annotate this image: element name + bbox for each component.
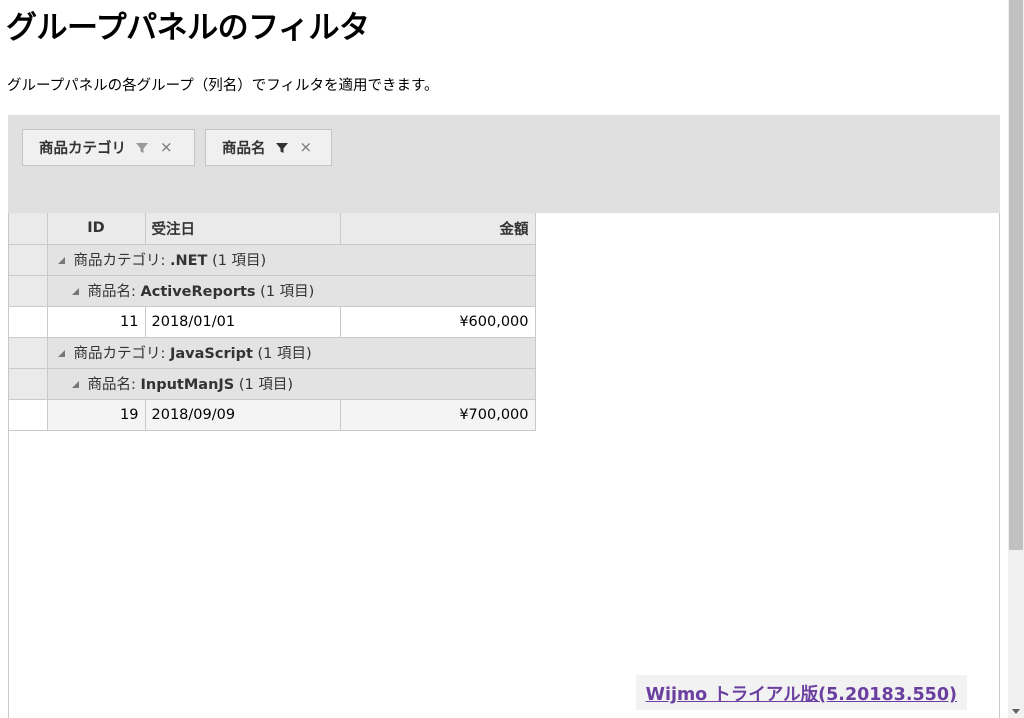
vertical-scrollbar[interactable]: [1008, 0, 1024, 718]
group-chip-category[interactable]: 商品カテゴリ ×: [22, 129, 195, 166]
group-count: (1 項目): [238, 377, 293, 393]
group-count: (1 項目): [260, 284, 315, 300]
collapse-triangle-icon[interactable]: [57, 350, 65, 357]
row-header[interactable]: [9, 306, 48, 338]
group-count: (1 項目): [212, 253, 267, 269]
group-chip-label: 商品名: [222, 141, 266, 157]
group-row[interactable]: 商品名: ActiveReports (1 項目): [9, 275, 536, 307]
group-field: 商品名:: [87, 284, 136, 300]
data-grid[interactable]: ID 受注日 金額 商品カテゴリ: .NET (1 項目) 商品名: Activ…: [9, 213, 536, 431]
group-count: (1 項目): [257, 346, 312, 362]
column-header-amount[interactable]: 金額: [340, 213, 536, 245]
row-header[interactable]: [9, 244, 48, 276]
collapse-triangle-icon[interactable]: [71, 381, 79, 388]
table-row[interactable]: 11 2018/01/01 ¥600,000: [9, 306, 536, 338]
group-value: InputManJS: [140, 377, 235, 393]
scroll-down-arrow-icon[interactable]: [1012, 709, 1020, 714]
page-title: グループパネルのフィルタ: [6, 10, 370, 46]
group-field: 商品カテゴリ:: [73, 346, 166, 362]
cell-amount[interactable]: ¥600,000: [340, 306, 536, 338]
top-left-cell: [9, 213, 48, 245]
cell-id[interactable]: 19: [47, 399, 146, 431]
row-header[interactable]: [9, 337, 48, 369]
group-value: JavaScript: [170, 346, 253, 362]
cell-date[interactable]: 2018/01/01: [145, 306, 341, 338]
filter-icon[interactable]: [135, 141, 149, 155]
page-description: グループパネルの各グループ（列名）でフィルタを適用できます。: [7, 78, 439, 94]
collapse-triangle-icon[interactable]: [57, 257, 65, 264]
column-header-id[interactable]: ID: [47, 213, 146, 245]
group-row[interactable]: 商品カテゴリ: .NET (1 項目): [9, 244, 536, 276]
group-row[interactable]: 商品名: InputManJS (1 項目): [9, 368, 536, 400]
cell-date[interactable]: 2018/09/09: [145, 399, 341, 431]
filter-icon[interactable]: [275, 141, 289, 155]
cell-amount[interactable]: ¥700,000: [340, 399, 536, 431]
cell-id[interactable]: 11: [47, 306, 146, 338]
table-row[interactable]: 19 2018/09/09 ¥700,000: [9, 399, 536, 431]
column-header-date[interactable]: 受注日: [145, 213, 341, 245]
row-header[interactable]: [9, 368, 48, 400]
group-value: .NET: [170, 253, 208, 269]
collapse-triangle-icon[interactable]: [71, 288, 79, 295]
flex-grid[interactable]: ID 受注日 金額 商品カテゴリ: .NET (1 項目) 商品名: Activ…: [8, 213, 1000, 718]
group-value: ActiveReports: [140, 284, 256, 300]
row-header[interactable]: [9, 275, 48, 307]
group-field: 商品名:: [87, 377, 136, 393]
close-icon[interactable]: ×: [160, 140, 173, 155]
group-chip-label: 商品カテゴリ: [39, 141, 126, 157]
wijmo-trial-link[interactable]: Wijmo トライアル版(5.20183.550): [635, 675, 967, 710]
group-panel[interactable]: 商品カテゴリ × 商品名 ×: [8, 115, 1000, 213]
group-row[interactable]: 商品カテゴリ: JavaScript (1 項目): [9, 337, 536, 369]
column-header-row: ID 受注日 金額: [9, 213, 536, 245]
group-field: 商品カテゴリ:: [73, 253, 166, 269]
scrollbar-thumb[interactable]: [1009, 0, 1023, 550]
row-header[interactable]: [9, 399, 48, 431]
close-icon[interactable]: ×: [300, 140, 313, 155]
group-chip-product[interactable]: 商品名 ×: [205, 129, 332, 166]
